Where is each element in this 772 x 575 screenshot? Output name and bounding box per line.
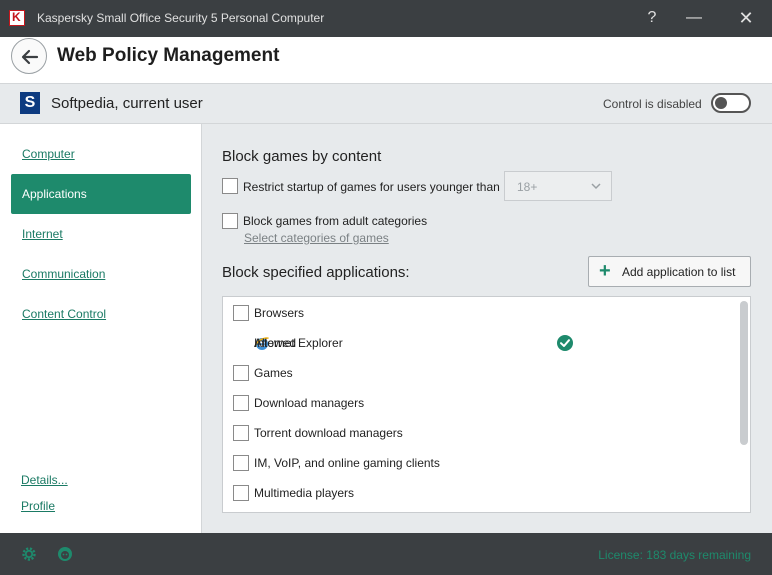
license-status: License: 183 days remaining [598,548,751,562]
restrict-age-checkbox[interactable] [222,178,238,194]
chevron-down-icon [591,183,601,190]
multimedia-label: Multimedia players [254,486,355,500]
window-title: Kaspersky Small Office Security 5 Person… [37,11,325,25]
minimize-button[interactable]: — [680,6,708,30]
check-circle-icon [557,335,573,351]
list-item-games: Games [223,358,738,388]
softpedia-logo-icon: S [20,92,40,114]
list-item-multimedia: Multimedia players [223,478,738,508]
kaspersky-logo-icon: K [9,10,25,26]
download-managers-label: Download managers [254,396,365,410]
add-application-button[interactable]: + Add application to list [588,256,751,287]
age-select[interactable]: 18+ [504,171,612,201]
toggle-knob [715,97,727,109]
list-item-download-managers: Download managers [223,388,738,418]
browsers-checkbox[interactable] [233,305,249,321]
multimedia-checkbox[interactable] [233,485,249,501]
browsers-label: Browsers [254,306,305,320]
restrict-age-label: Restrict startup of games for users youn… [243,180,500,194]
games-section-title: Block games by content [222,148,382,165]
sidebar-item-communication[interactable]: Communication [11,254,191,294]
control-toggle[interactable] [711,93,751,113]
main-panel: Block games by content Restrict startup … [202,124,772,533]
sidebar-item-content-control[interactable]: Content Control [11,294,191,334]
torrent-label: Torrent download managers [254,426,403,440]
gear-icon[interactable] [20,545,38,563]
plus-icon: + [599,260,611,282]
allowed-status: Allowed [254,336,297,350]
select-categories-link[interactable]: Select categories of games [244,231,389,245]
back-arrow-icon [21,49,39,65]
list-item-im: IM, VoIP, and online gaming clients [223,448,738,478]
help-button[interactable]: ? [638,6,666,30]
list-item-browsers: Browsers [223,298,738,328]
im-label: IM, VoIP, and online gaming clients [254,456,440,470]
list-scrollbar[interactable] [740,301,748,445]
apps-section-title: Block specified applications: [222,264,410,281]
close-button[interactable]: ✕ [732,6,760,30]
back-button[interactable] [11,38,47,74]
list-item-torrent: Torrent download managers [223,418,738,448]
user-name: Softpedia, current user [51,95,203,112]
age-select-value: 18+ [517,180,538,194]
title-bar: K Kaspersky Small Office Security 5 Pers… [0,0,772,37]
details-link[interactable]: Details... [21,473,68,487]
profile-link[interactable]: Profile [21,499,55,513]
page-title: Web Policy Management [57,45,280,66]
application-list: Browsers Internet Explorer Allowed Games… [222,296,751,513]
download-managers-checkbox[interactable] [233,395,249,411]
torrent-checkbox[interactable] [233,425,249,441]
sidebar-item-applications[interactable]: Applications [11,174,191,214]
sidebar: Computer Applications Internet Communica… [0,124,202,533]
control-status-label: Control is disabled [603,97,702,111]
page-header: Web Policy Management [0,37,772,83]
sidebar-item-internet[interactable]: Internet [11,214,191,254]
adult-categories-label: Block games from adult categories [243,214,428,228]
user-bar: S Softpedia, current user Control is dis… [0,83,772,124]
list-item-internet-explorer: Internet Explorer Allowed [223,328,738,358]
games-checkbox[interactable] [233,365,249,381]
add-application-label: Add application to list [622,265,736,279]
support-agent-icon[interactable] [56,545,74,563]
adult-categories-checkbox[interactable] [222,213,238,229]
footer: License: 183 days remaining [0,533,772,575]
games-label: Games [254,366,293,380]
sidebar-item-computer[interactable]: Computer [11,134,191,174]
im-checkbox[interactable] [233,455,249,471]
